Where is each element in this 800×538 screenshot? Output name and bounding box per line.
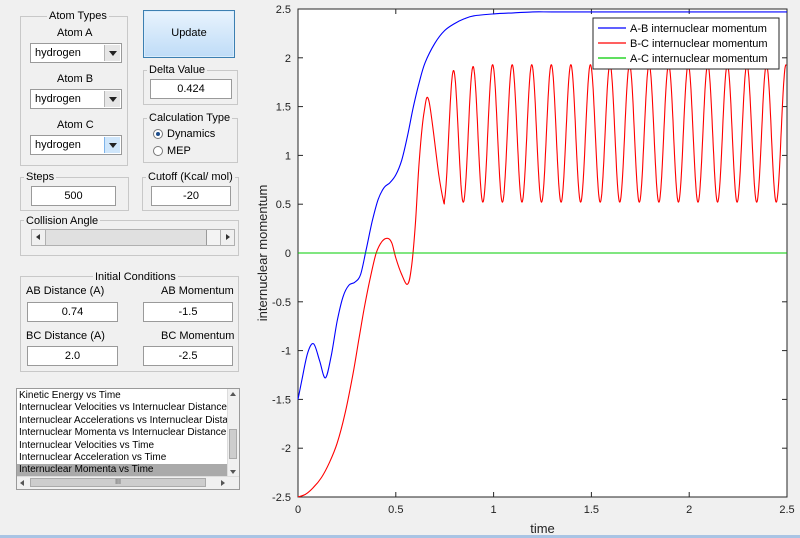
update-button-label: Update bbox=[171, 27, 207, 39]
y-tick-label: -1.5 bbox=[272, 394, 291, 406]
legend-entry: B-C internuclear momentum bbox=[630, 38, 768, 50]
calculation-type-panel: Calculation Type Dynamics MEP bbox=[143, 112, 238, 163]
y-tick-label: -1 bbox=[281, 346, 291, 358]
y-tick-label: -0.5 bbox=[272, 297, 291, 309]
atom-a-label: Atom A bbox=[57, 27, 93, 39]
initial-conditions-title: Initial Conditions bbox=[93, 271, 178, 283]
legend-box bbox=[592, 17, 780, 70]
ab-momentum-label: AB Momentum bbox=[161, 285, 234, 297]
atom-a-dropdown[interactable]: hydrogen bbox=[30, 43, 122, 63]
y-tick-label: 0.5 bbox=[276, 199, 291, 211]
bc-distance-input[interactable]: 2.0 bbox=[27, 346, 118, 366]
calculation-type-title: Calculation Type bbox=[147, 112, 233, 124]
arrow-left-icon bbox=[36, 234, 40, 240]
series-line-2 bbox=[297, 64, 787, 498]
atom-b-value: hydrogen bbox=[35, 93, 81, 105]
plot-list-item[interactable]: Internuclear Accelerations vs Internucle… bbox=[19, 415, 227, 427]
arrow-right-icon bbox=[226, 234, 230, 240]
chevron-down-icon[interactable] bbox=[104, 45, 120, 61]
plot-list-item[interactable]: Internuclear Velocities vs Internuclear … bbox=[19, 402, 227, 414]
plot-list-item[interactable]: Internuclear Velocities vs Time bbox=[19, 440, 227, 452]
initial-conditions-panel: Initial Conditions AB Distance (A) AB Mo… bbox=[20, 271, 239, 372]
plot-list-item[interactable]: Kinetic Energy vs Time bbox=[19, 390, 227, 402]
legend-entry: A-C internuclear momentum bbox=[630, 53, 768, 65]
atom-types-title: Atom Types bbox=[47, 10, 109, 22]
slider-left-arrow[interactable] bbox=[32, 230, 46, 245]
plot-list-item[interactable]: Internuclear Momenta vs Internuclear Dis… bbox=[19, 427, 227, 439]
atom-c-value: hydrogen bbox=[35, 139, 81, 151]
radio-mep-label: MEP bbox=[167, 145, 191, 157]
ab-distance-input[interactable]: 0.74 bbox=[27, 302, 118, 322]
ab-distance-label: AB Distance (A) bbox=[26, 285, 105, 297]
list-vertical-scrollbar[interactable] bbox=[227, 389, 239, 477]
x-axis-label: time bbox=[530, 521, 555, 536]
series-line-1 bbox=[297, 11, 787, 400]
collision-angle-slider[interactable] bbox=[31, 229, 235, 246]
slider-right-arrow[interactable] bbox=[220, 230, 234, 245]
chevron-down-icon[interactable] bbox=[104, 91, 120, 107]
atom-a-value: hydrogen bbox=[35, 47, 81, 59]
radio-mep[interactable]: MEP bbox=[153, 145, 191, 157]
radio-dynamics[interactable]: Dynamics bbox=[153, 128, 215, 140]
radio-dynamics-label: Dynamics bbox=[167, 128, 216, 140]
steps-panel: Steps 500 bbox=[20, 171, 129, 211]
plot-type-list[interactable]: Kinetic Energy vs Time Internuclear Veloc… bbox=[16, 388, 240, 490]
collision-angle-title: Collision Angle bbox=[24, 215, 101, 227]
y-tick-label: -2 bbox=[281, 443, 291, 455]
y-axis-label: internuclear momentum bbox=[255, 185, 270, 322]
atom-b-dropdown[interactable]: hydrogen bbox=[30, 89, 122, 109]
atom-b-label: Atom B bbox=[57, 73, 94, 85]
cutoff-input[interactable]: -20 bbox=[151, 186, 231, 206]
update-button[interactable]: Update bbox=[143, 10, 235, 58]
horizontal-scroll-thumb[interactable]: III bbox=[30, 478, 206, 487]
ab-momentum-input[interactable]: -1.5 bbox=[143, 302, 233, 322]
steps-title: Steps bbox=[24, 171, 57, 183]
y-tick-label: -2.5 bbox=[272, 492, 291, 504]
y-tick-label: 2 bbox=[285, 53, 291, 65]
delta-value-panel: Delta Value 0.424 bbox=[143, 64, 238, 105]
atom-types-panel: Atom Types Atom A hydrogen Atom B hydrog… bbox=[20, 10, 128, 166]
arrow-up-icon[interactable] bbox=[230, 392, 236, 396]
cutoff-panel: Cutoff (Kcal/ mol) -20 bbox=[142, 171, 239, 211]
list-horizontal-scrollbar[interactable]: III bbox=[17, 476, 239, 489]
radio-selected-icon[interactable] bbox=[153, 129, 163, 139]
arrow-left-icon[interactable] bbox=[20, 480, 24, 486]
y-tick-label: 1 bbox=[285, 150, 291, 162]
atom-c-label: Atom C bbox=[57, 119, 94, 131]
scroll-grip: III bbox=[115, 479, 121, 486]
delta-value-input[interactable]: 0.424 bbox=[150, 79, 232, 99]
bc-momentum-label: BC Momentum bbox=[161, 330, 235, 342]
cutoff-title: Cutoff (Kcal/ mol) bbox=[146, 171, 235, 183]
plot-area bbox=[297, 8, 788, 498]
bc-momentum-input[interactable]: -2.5 bbox=[143, 346, 233, 366]
y-tick-label: 0 bbox=[285, 248, 291, 260]
delta-value-title: Delta Value bbox=[147, 64, 208, 76]
steps-input[interactable]: 500 bbox=[31, 186, 116, 206]
x-tick-label: 1.5 bbox=[584, 504, 599, 516]
atom-c-dropdown[interactable]: hydrogen bbox=[30, 135, 122, 155]
y-tick-label: 2.5 bbox=[276, 4, 291, 16]
plot-list-item[interactable]: Internuclear Acceleration vs Time bbox=[19, 452, 227, 464]
collision-angle-panel: Collision Angle bbox=[20, 215, 239, 256]
vertical-scroll-thumb[interactable] bbox=[229, 429, 237, 459]
y-tick-label: 1.5 bbox=[276, 102, 291, 114]
plot-list-item[interactable]: Internuclear Momenta vs Time bbox=[17, 464, 227, 477]
radio-unselected-icon[interactable] bbox=[153, 146, 163, 156]
chevron-down-icon[interactable] bbox=[104, 137, 120, 153]
x-tick-label: 0.5 bbox=[388, 504, 403, 516]
x-tick-label: 2.5 bbox=[779, 504, 794, 516]
x-tick-label: 0 bbox=[295, 504, 301, 516]
x-tick-label: 1 bbox=[491, 504, 497, 516]
legend-entry: A-B internuclear momentum bbox=[630, 23, 767, 35]
bc-distance-label: BC Distance (A) bbox=[26, 330, 105, 342]
arrow-right-icon[interactable] bbox=[221, 480, 225, 486]
arrow-down-icon[interactable] bbox=[230, 470, 236, 474]
x-tick-label: 2 bbox=[686, 504, 692, 516]
